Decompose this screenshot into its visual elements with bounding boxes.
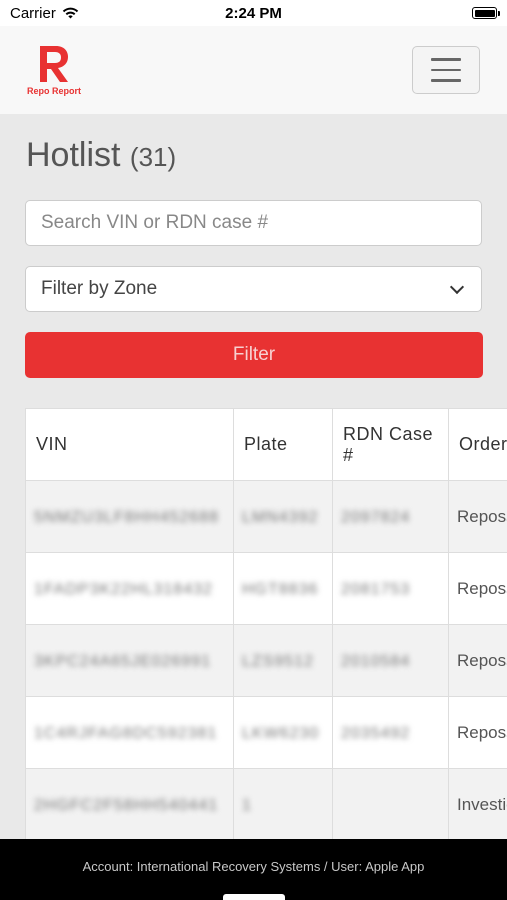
plate-cell: 1 [233, 768, 333, 839]
column-header-vin[interactable]: VIN [25, 408, 234, 481]
plate-cell: LMN4392 [233, 480, 333, 553]
hotlist-table: VIN Plate RDN Case # Order Type 5NMZU3LF… [25, 408, 507, 839]
zone-filter-value: Filter by Zone [41, 278, 158, 299]
hamburger-icon-line [431, 79, 461, 82]
table-row[interactable]: 1C4RJFAG8DC592381 LKW6230 2035492 Reposs… [25, 696, 507, 769]
plate-cell: LZS9512 [233, 624, 333, 697]
column-header-order-type[interactable]: Order Type [448, 408, 507, 481]
home-indicator [223, 894, 285, 900]
footer: Account: International Recovery Systems … [0, 839, 507, 900]
carrier-label: Carrier [10, 4, 56, 22]
page-title-text: Hotlist [26, 136, 121, 174]
wifi-icon [62, 7, 79, 19]
footer-account-text: Account: International Recovery Systems … [82, 859, 425, 874]
rdn-cell [332, 768, 449, 839]
plate-cell: HGT8836 [233, 552, 333, 625]
battery-icon [472, 7, 500, 19]
vin-cell: 3KPC24A65JE026991 [25, 624, 234, 697]
order-type-cell: Repossession [448, 552, 507, 625]
page-title: Hotlist (31) [26, 136, 176, 175]
order-type-cell: Repossession [448, 624, 507, 697]
table-row[interactable]: 3KPC24A65JE026991 LZS9512 2010584 Reposs… [25, 624, 507, 697]
hotlist-count: (31) [129, 142, 177, 172]
status-left: Carrier [10, 5, 79, 22]
hamburger-icon-line [431, 58, 461, 61]
menu-button[interactable] [412, 46, 480, 94]
table-row[interactable]: 5NMZU3LF8HH452688 LMN4392 2097824 Reposs… [25, 480, 507, 553]
column-header-rdn-case[interactable]: RDN Case # [332, 408, 449, 481]
table-row[interactable]: 2HGFC2F58HH540441 1 Investigation [25, 768, 507, 839]
table-header-row: VIN Plate RDN Case # Order Type [25, 408, 507, 481]
zone-filter-select[interactable]: Filter by Zone [25, 266, 482, 312]
vin-cell: 1C4RJFAG8DC592381 [25, 696, 234, 769]
rdn-cell: 2081753 [332, 552, 449, 625]
hamburger-icon-line [431, 68, 461, 72]
order-type-cell: Repossession [448, 696, 507, 769]
vin-cell: 5NMZU3LF8HH452688 [25, 480, 234, 553]
app-header: Repo Report [0, 26, 507, 114]
column-header-plate[interactable]: Plate [233, 408, 333, 481]
rdn-cell: 2097824 [332, 480, 449, 553]
table-row[interactable]: 1FADP3K22HL318432 HGT8836 2081753 Reposs… [25, 552, 507, 625]
repo-report-logo-icon [40, 46, 68, 82]
order-type-cell: Repossession [448, 480, 507, 553]
rdn-cell: 2035492 [332, 696, 449, 769]
logo[interactable]: Repo Report [27, 44, 81, 96]
order-type-cell: Investigation [448, 768, 507, 839]
filter-button[interactable]: Filter [25, 332, 483, 378]
plate-cell: LKW6230 [233, 696, 333, 769]
logo-text: Repo Report [27, 86, 81, 96]
rdn-cell: 2010584 [332, 624, 449, 697]
hotlist-table-container[interactable]: VIN Plate RDN Case # Order Type 5NMZU3LF… [25, 408, 507, 839]
vin-cell: 2HGFC2F58HH540441 [25, 768, 234, 839]
status-bar: Carrier 2:24 PM [0, 0, 507, 26]
main-content: Hotlist (31) Filter by Zone Filter VIN P… [0, 114, 507, 839]
chevron-down-icon [449, 279, 465, 294]
vin-cell: 1FADP3K22HL318432 [25, 552, 234, 625]
search-input[interactable] [25, 200, 482, 246]
